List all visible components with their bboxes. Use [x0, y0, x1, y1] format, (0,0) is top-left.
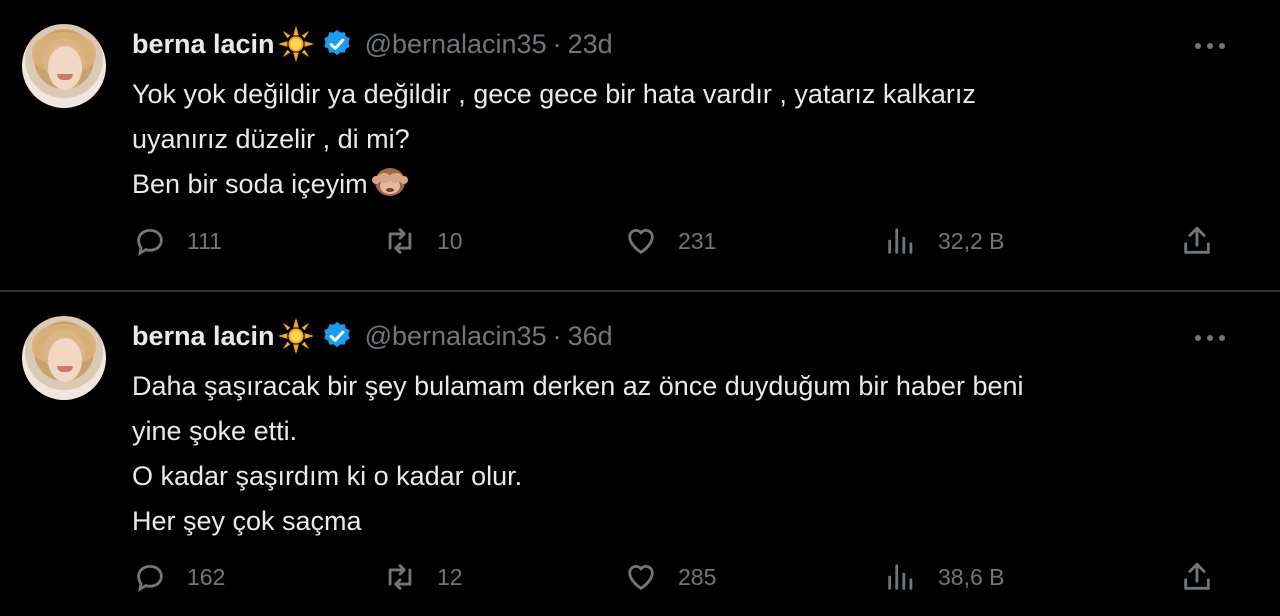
- share-button[interactable]: [1180, 224, 1214, 258]
- separator-dot: ·: [552, 28, 562, 59]
- reply-button[interactable]: 111: [133, 224, 222, 258]
- tweet-text-line: Her şey çok saçma: [132, 506, 362, 536]
- sun-icon: [277, 25, 314, 63]
- repost-icon: [388, 564, 412, 590]
- reply-count: 162: [187, 563, 226, 590]
- tweet-text-line: O kadar şaşırdım ki o kadar olur.: [132, 461, 523, 491]
- avatar[interactable]: [22, 24, 106, 108]
- like-button[interactable]: 231: [624, 224, 716, 258]
- avatar[interactable]: [22, 316, 106, 400]
- heart-icon: [628, 565, 654, 591]
- views-button[interactable]: 38,6 B: [884, 560, 1005, 594]
- author-handle[interactable]: @bernalacin35: [365, 321, 547, 352]
- share-icon: [1184, 226, 1210, 254]
- verified-badge-icon[interactable]: [321, 320, 353, 352]
- like-count: 231: [678, 227, 717, 254]
- reply-icon: [137, 564, 163, 592]
- verified-badge-icon[interactable]: [321, 28, 353, 60]
- repost-button[interactable]: 12: [383, 560, 463, 594]
- tweet-timestamp[interactable]: 36d: [568, 321, 613, 352]
- sun-icon: [277, 317, 314, 355]
- author-name[interactable]: berna lacin: [132, 29, 275, 60]
- tweet-text-line: yine şoke etti.: [132, 416, 298, 446]
- like-count: 285: [678, 563, 717, 590]
- heart-icon: [628, 229, 654, 255]
- views-button[interactable]: 32,2 B: [884, 224, 1005, 258]
- view-count: 38,6 B: [938, 563, 1005, 590]
- repost-count: 12: [437, 563, 463, 590]
- tweet-actions: 162 12 285 38,6 B: [0, 560, 1280, 604]
- tweet[interactable]: berna lacin @bernalacin35 · 36d Daha şaş…: [0, 292, 1280, 616]
- tweet-text-line: Daha şaşıracak bir şey bulamam derken az…: [132, 371, 1024, 401]
- tweet-text-line: Yok yok değildir ya değildir , gece gece…: [132, 79, 976, 109]
- see-no-evil-monkey-icon: [371, 168, 408, 196]
- tweet-text: Daha şaşıracak bir şey bulamam derken az…: [132, 364, 1222, 544]
- analytics-icon: [888, 228, 913, 254]
- like-button[interactable]: 285: [624, 560, 716, 594]
- more-options-icon[interactable]: [1192, 40, 1228, 52]
- tweet-text: Yok yok değildir ya değildir , gece gece…: [132, 72, 1222, 207]
- repost-button[interactable]: 10: [383, 224, 463, 258]
- tweet-header: berna lacin @bernalacin35 · 36d: [132, 317, 613, 355]
- separator-dot: ·: [552, 320, 562, 351]
- more-options-icon[interactable]: [1192, 332, 1228, 344]
- share-button[interactable]: [1180, 560, 1214, 594]
- tweet-actions: 111 10 231 32,2 B: [0, 224, 1280, 268]
- tweet-timestamp[interactable]: 23d: [568, 29, 613, 60]
- reply-count: 111: [187, 227, 222, 254]
- repost-count: 10: [437, 227, 463, 254]
- author-handle[interactable]: @bernalacin35: [365, 29, 547, 60]
- view-count: 32,2 B: [938, 227, 1005, 254]
- tweet-header: berna lacin @bernalacin35 · 23d: [132, 25, 613, 63]
- author-name[interactable]: berna lacin: [132, 321, 275, 352]
- analytics-icon: [888, 564, 913, 590]
- tweet[interactable]: berna lacin @bernalacin35 · 23d Yok yok …: [0, 0, 1280, 291]
- tweet-text-line: uyanırız düzelir , di mi?: [132, 124, 410, 154]
- reply-icon: [137, 228, 163, 256]
- reply-button[interactable]: 162: [133, 560, 225, 594]
- repost-icon: [388, 228, 412, 254]
- share-icon: [1184, 562, 1210, 590]
- tweet-text-line: Ben bir soda içeyim: [132, 169, 368, 199]
